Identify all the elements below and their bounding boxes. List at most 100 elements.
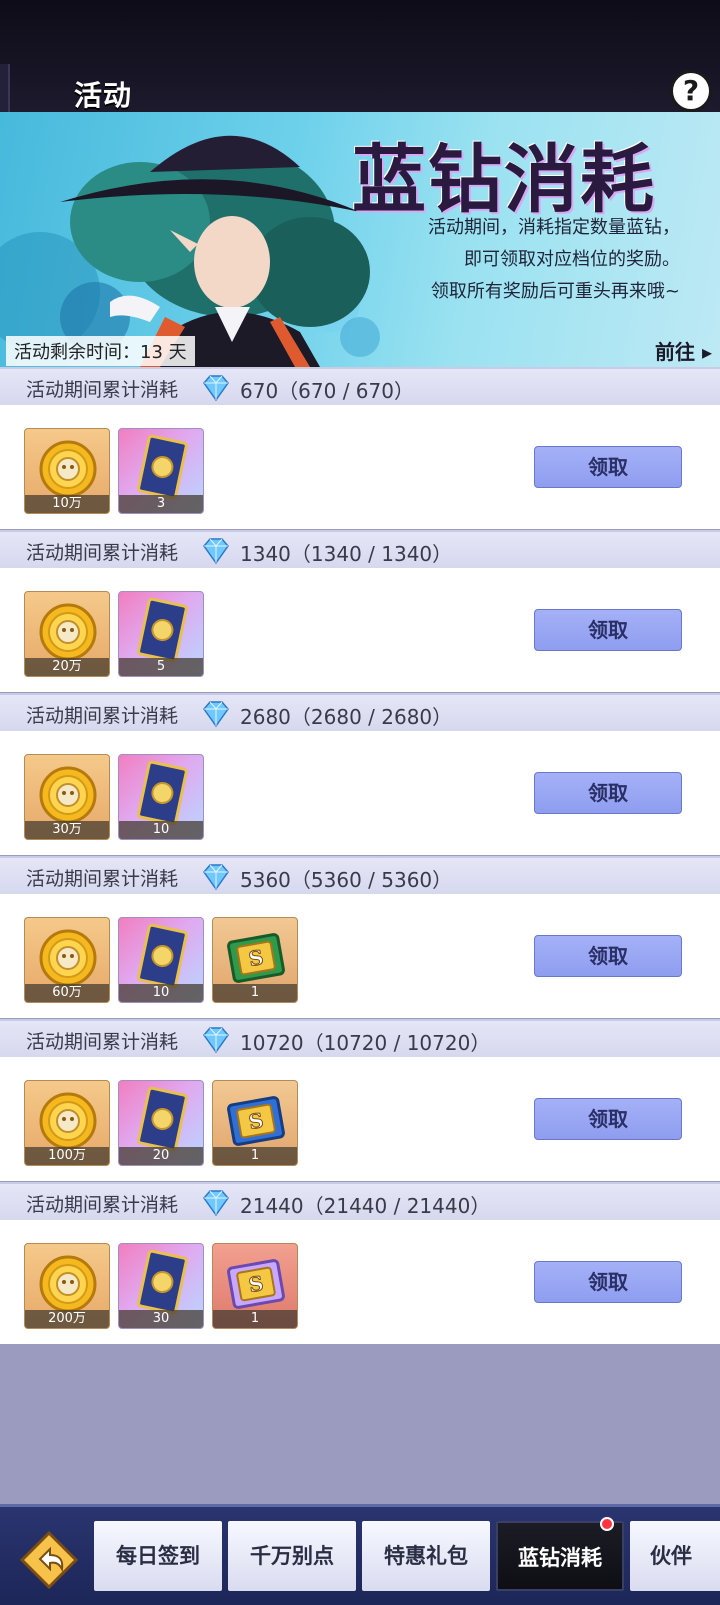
banner-desc-line: 领取所有奖励后可重头再来哦~	[430, 281, 680, 302]
claim-button[interactable]: 领取	[534, 446, 682, 488]
tier-progress: 5360（5360 / 5360）	[240, 868, 453, 892]
tier-body: 200万 30 S 1 领取	[0, 1220, 720, 1344]
reward-quantity: 10	[119, 984, 203, 1002]
chevron-right-icon: ▸	[701, 340, 712, 364]
reward-quantity: 1	[213, 1147, 297, 1165]
reward-item[interactable]: 10	[118, 917, 204, 1003]
reward-quantity: 10万	[25, 495, 109, 513]
reward-tier: 活动期间累计消耗 670（670 / 670） 10万 3 领取	[0, 367, 720, 531]
tab-2[interactable]: 千万别点	[228, 1521, 356, 1591]
blue-diamond-icon	[203, 1190, 229, 1217]
claim-button[interactable]: 领取	[534, 1098, 682, 1140]
tab-label: 蓝钻消耗	[518, 1545, 602, 1570]
banner-desc-line: 活动期间，消耗指定数量蓝钻，	[428, 217, 680, 238]
reward-quantity: 20万	[25, 658, 109, 676]
reward-tier: 活动期间累计消耗 1340（1340 / 1340） 20万 5 领取	[0, 530, 720, 694]
reward-item[interactable]: 20	[118, 1080, 204, 1166]
banner-desc-line: 即可领取对应档位的奖励。	[464, 249, 680, 270]
tier-label: 活动期间累计消耗	[26, 542, 179, 564]
banner-description: 活动期间，消耗指定数量蓝钻， 即可领取对应档位的奖励。 领取所有奖励后可重头再来…	[350, 212, 680, 308]
tier-header: 活动期间累计消耗 10720（10720 / 10720）	[0, 1019, 720, 1057]
reward-quantity: 30	[119, 1310, 203, 1328]
blue-diamond-icon	[203, 1027, 229, 1054]
tier-label: 活动期间累计消耗	[26, 868, 179, 890]
bottom-tab-bar: 每日签到 千万别点 特惠礼包 蓝钻消耗 伙伴	[0, 1504, 720, 1605]
reward-quantity: 60万	[25, 984, 109, 1002]
reward-item[interactable]: 200万	[24, 1243, 110, 1329]
reward-quantity: 10	[119, 821, 203, 839]
reward-quantity: 100万	[25, 1147, 109, 1165]
tier-progress: 670（670 / 670）	[240, 379, 414, 403]
tier-header: 活动期间累计消耗 670（670 / 670）	[0, 367, 720, 405]
reward-item[interactable]: 30	[118, 1243, 204, 1329]
tab-5[interactable]: 伙伴	[630, 1521, 720, 1591]
tab-label: 特惠礼包	[384, 1543, 468, 1568]
page-title: 活动	[74, 79, 133, 112]
tier-label: 活动期间累计消耗	[26, 379, 179, 401]
tier-progress: 21440（21440 / 21440）	[240, 1194, 491, 1218]
tab-3[interactable]: 特惠礼包	[362, 1521, 490, 1591]
tier-header: 活动期间累计消耗 1340（1340 / 1340）	[0, 530, 720, 568]
tier-label: 活动期间累计消耗	[26, 705, 179, 727]
reward-quantity: 30万	[25, 821, 109, 839]
reward-item[interactable]: 3	[118, 428, 204, 514]
tier-label: 活动期间累计消耗	[26, 1031, 179, 1053]
reward-item[interactable]: 20万	[24, 591, 110, 677]
tier-label: 活动期间累计消耗	[26, 1194, 179, 1216]
tab-1[interactable]: 每日签到	[94, 1521, 222, 1591]
blue-diamond-icon	[203, 538, 229, 565]
tab-label: 每日签到	[116, 1543, 200, 1568]
remaining-time: 活动剩余时间：13 天	[6, 336, 195, 366]
reward-item[interactable]: 10万	[24, 428, 110, 514]
claim-button[interactable]: 领取	[534, 609, 682, 651]
tier-progress: 2680（2680 / 2680）	[240, 705, 453, 729]
reward-quantity: 1	[213, 984, 297, 1002]
reward-item[interactable]: 10	[118, 754, 204, 840]
tier-body: 60万 10 S 1 领取	[0, 894, 720, 1018]
tier-progress: 1340（1340 / 1340）	[240, 542, 453, 566]
back-arrow-icon[interactable]	[18, 1529, 80, 1591]
reward-quantity: 20	[119, 1147, 203, 1165]
reward-item[interactable]: 30万	[24, 754, 110, 840]
reward-tier: 活动期间累计消耗 21440（21440 / 21440） 200万 30 S 1 领取	[0, 1182, 720, 1346]
claim-button[interactable]: 领取	[534, 935, 682, 977]
reward-quantity: 1	[213, 1310, 297, 1328]
reward-quantity: 3	[119, 495, 203, 513]
notification-dot	[600, 1517, 614, 1531]
tier-body: 10万 3 领取	[0, 405, 720, 529]
activity-screen: 活动 ? 蓝钻消耗 活动期间，消耗指定数量蓝钻， 即可领取对应档位的奖励。 领取…	[0, 0, 720, 1605]
tier-progress: 10720（10720 / 10720）	[240, 1031, 491, 1055]
blue-diamond-icon	[203, 701, 229, 728]
reward-item[interactable]: S1	[212, 917, 298, 1003]
blue-diamond-icon	[203, 375, 229, 402]
reward-quantity: 200万	[25, 1310, 109, 1328]
goto-button[interactable]: 前往 ▸	[655, 336, 712, 365]
reward-item[interactable]: S1	[212, 1243, 298, 1329]
reward-item[interactable]: 5	[118, 591, 204, 677]
tier-header: 活动期间累计消耗 21440（21440 / 21440）	[0, 1182, 720, 1220]
reward-item[interactable]: S1	[212, 1080, 298, 1166]
tier-header: 活动期间累计消耗 2680（2680 / 2680）	[0, 693, 720, 731]
tier-body: 100万 20 S 1 领取	[0, 1057, 720, 1181]
reward-item[interactable]: 60万	[24, 917, 110, 1003]
banner-title: 蓝钻消耗	[352, 137, 656, 223]
reward-quantity: 5	[119, 658, 203, 676]
reward-tier: 活动期间累计消耗 5360（5360 / 5360） 60万 10 S 1 领取	[0, 856, 720, 1020]
tier-body: 20万 5 领取	[0, 568, 720, 692]
tab-4[interactable]: 蓝钻消耗	[496, 1517, 624, 1591]
tier-header: 活动期间累计消耗 5360（5360 / 5360）	[0, 856, 720, 894]
reward-item[interactable]: 100万	[24, 1080, 110, 1166]
side-edge	[0, 64, 10, 112]
help-button[interactable]: ?	[670, 70, 712, 112]
reward-tier: 活动期间累计消耗 10720（10720 / 10720） 100万 20 S 1 领取	[0, 1019, 720, 1183]
reward-tier: 活动期间累计消耗 2680（2680 / 2680） 30万 10 领取	[0, 693, 720, 857]
claim-button[interactable]: 领取	[534, 1261, 682, 1303]
top-bar: 活动 ?	[0, 0, 720, 112]
tab-label: 千万别点	[250, 1543, 334, 1568]
claim-button[interactable]: 领取	[534, 772, 682, 814]
event-banner: 蓝钻消耗 活动期间，消耗指定数量蓝钻， 即可领取对应档位的奖励。 领取所有奖励后…	[0, 112, 720, 367]
tab-label: 伙伴	[650, 1543, 692, 1568]
goto-label: 前往	[654, 340, 695, 364]
blue-diamond-icon	[203, 864, 229, 891]
tier-body: 30万 10 领取	[0, 731, 720, 855]
